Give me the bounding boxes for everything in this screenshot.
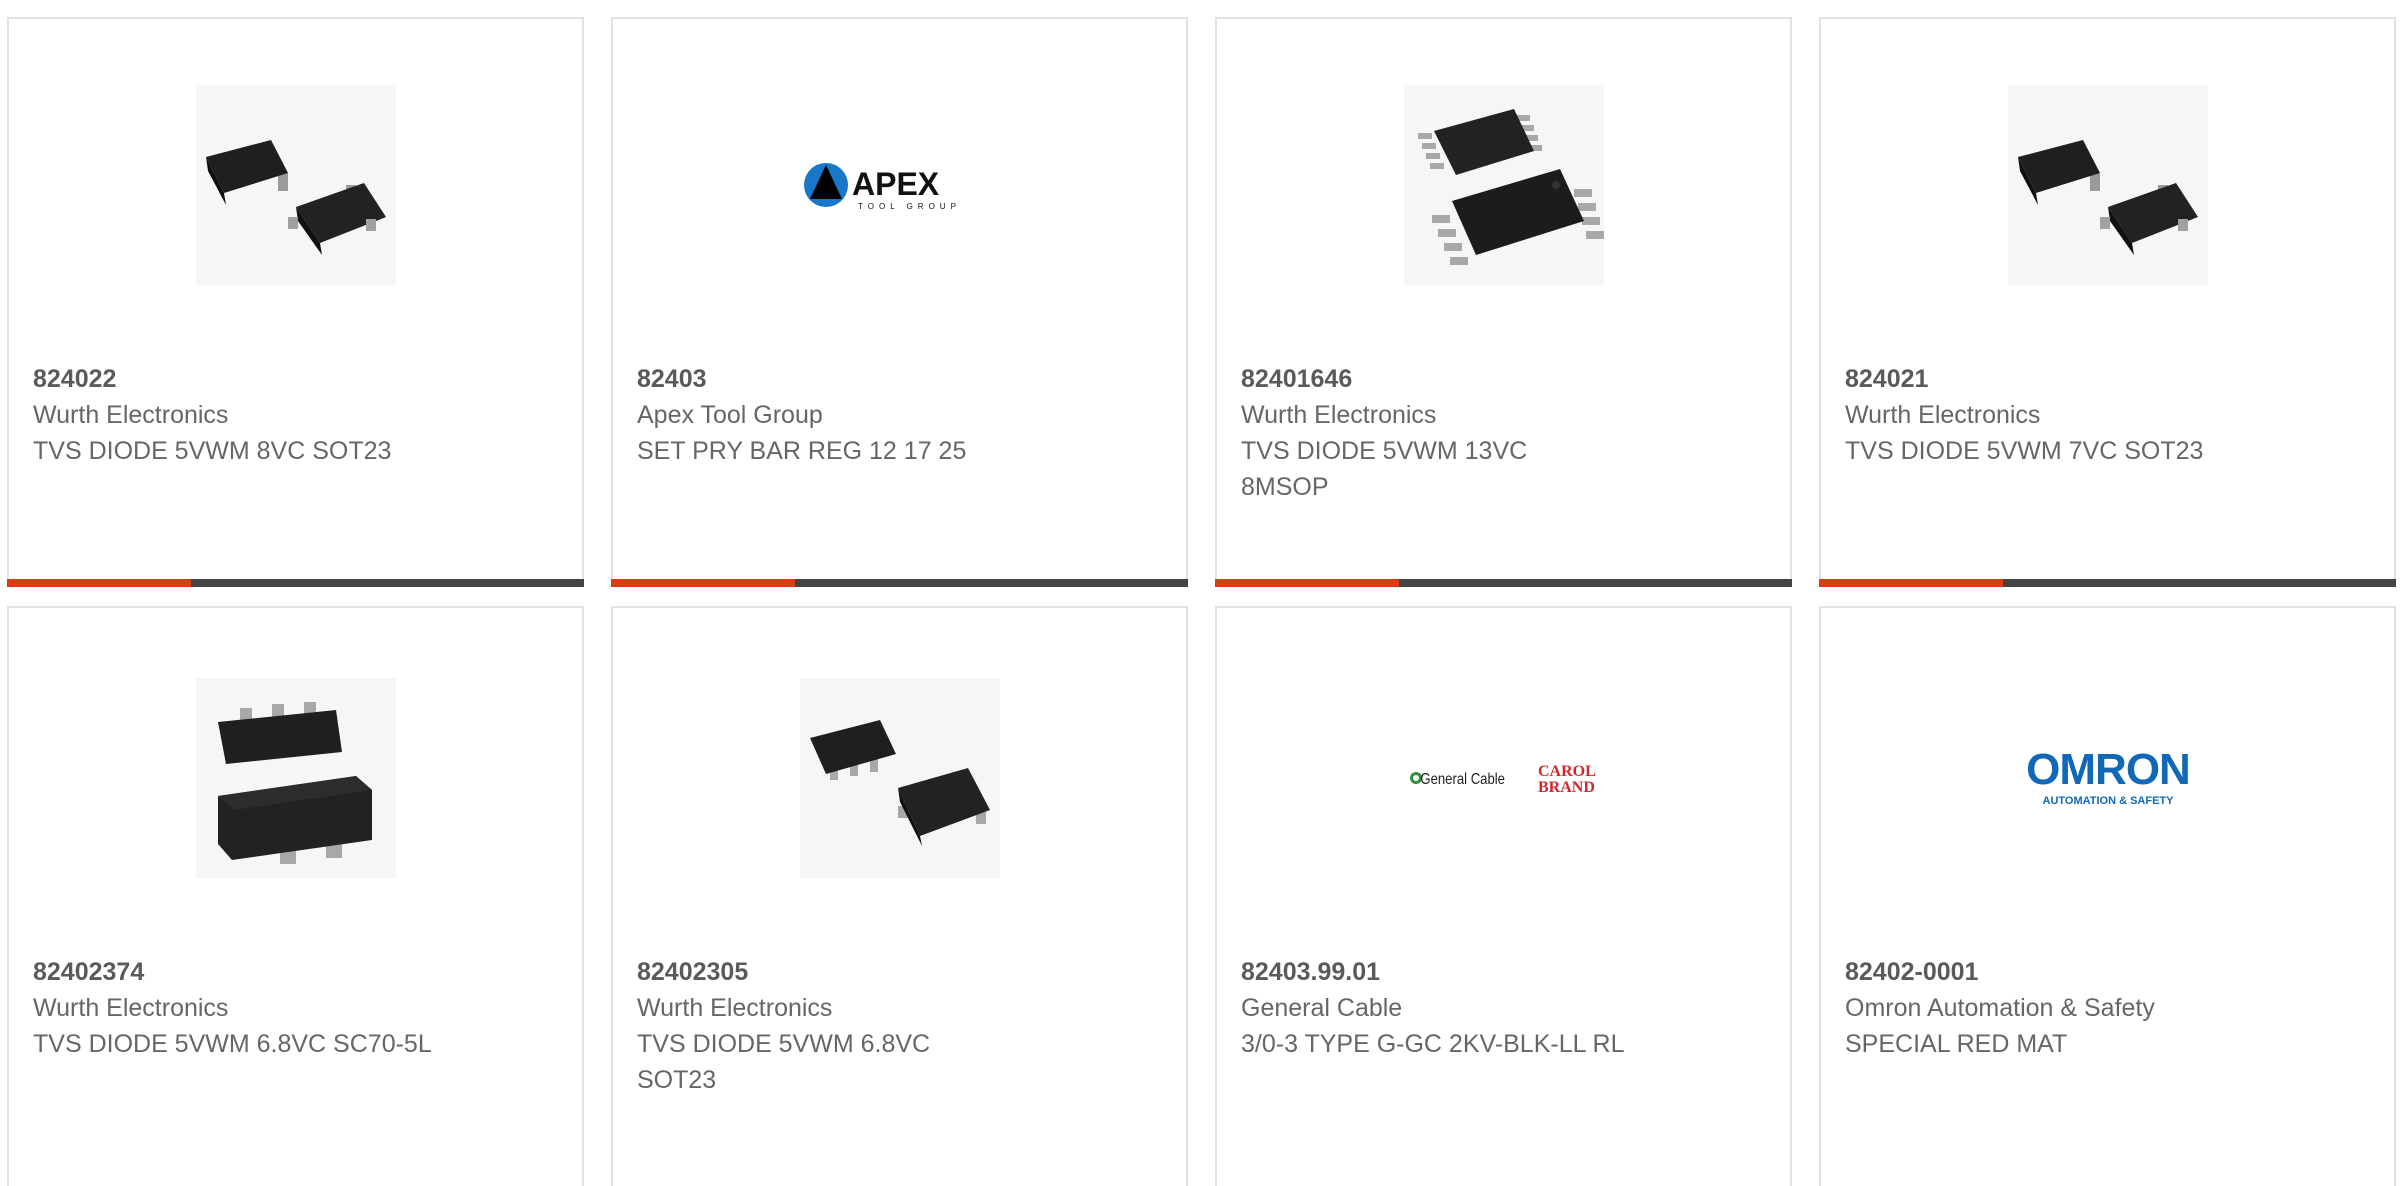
product-image[interactable]	[2007, 85, 2208, 285]
product-info: 82402305 Wurth Electronics TVS DIODE 5VW…	[637, 954, 1057, 1098]
part-number-link[interactable]: 82402-0001	[1845, 954, 2265, 990]
product-image[interactable]	[195, 678, 396, 878]
product-info: 824021 Wurth Electronics TVS DIODE 5VWM …	[1845, 361, 2265, 469]
product-card[interactable]: 824022 Wurth Electronics TVS DIODE 5VWM …	[7, 17, 584, 587]
product-info: 824022 Wurth Electronics TVS DIODE 5VWM …	[33, 361, 453, 469]
product-image[interactable]	[799, 678, 1000, 878]
part-number-link[interactable]: 824021	[1845, 361, 2265, 397]
product-image[interactable]: General Cable CAROL BRAND	[1404, 678, 1604, 878]
product-info: 82402374 Wurth Electronics TVS DIODE 5VW…	[33, 954, 453, 1062]
product-info: 82402-0001 Omron Automation & Safety SPE…	[1845, 954, 2265, 1062]
product-card[interactable]: 82402374 Wurth Electronics TVS DIODE 5VW…	[7, 606, 584, 1186]
product-card[interactable]: OMRON AUTOMATION & SAFETY 82402-0001 Omr…	[1819, 606, 2396, 1186]
general-cable-logo: General Cable CAROL BRAND	[1409, 763, 1596, 796]
manufacturer-name: Wurth Electronics	[33, 994, 229, 1022]
apex-logo-text: APEX	[852, 166, 940, 202]
part-number-link[interactable]: 82401646	[1241, 361, 1661, 397]
part-number-link[interactable]: 82403	[637, 361, 1057, 397]
product-image[interactable]	[1403, 85, 1604, 285]
card-accent-highlight	[1215, 579, 1399, 587]
card-accent-highlight	[7, 579, 191, 587]
product-card[interactable]: APEX TOOL GROUP 82403 Apex Tool Group SE…	[611, 17, 1188, 587]
manufacturer-name: Wurth Electronics	[1241, 401, 1437, 429]
product-card[interactable]: General Cable CAROL BRAND 82403.99.01 Ge…	[1215, 606, 1792, 1186]
product-image[interactable]	[195, 85, 396, 285]
product-card[interactable]: 82402305 Wurth Electronics TVS DIODE 5VW…	[611, 606, 1188, 1186]
manufacturer-name: Apex Tool Group	[637, 401, 823, 429]
product-description: 3/0-3 TYPE G-GC 2KV-BLK-LL RL	[1241, 1030, 1625, 1058]
card-accent-bar	[7, 579, 584, 587]
omron-logo: OMRON AUTOMATION & SAFETY	[2026, 745, 2191, 807]
product-image[interactable]: APEX TOOL GROUP	[800, 85, 1000, 285]
part-number-link[interactable]: 82403.99.01	[1241, 954, 1661, 990]
product-description: TVS DIODE 5VWM 8VC SOT23	[33, 437, 392, 465]
card-accent-bar	[1215, 579, 1792, 587]
part-number-link[interactable]: 82402374	[33, 954, 453, 990]
manufacturer-name: Wurth Electronics	[637, 994, 833, 1022]
product-info: 82403 Apex Tool Group SET PRY BAR REG 12…	[637, 361, 1057, 469]
part-number-link[interactable]: 824022	[33, 361, 453, 397]
manufacturer-name: Wurth Electronics	[33, 401, 229, 429]
product-description: TVS DIODE 5VWM 7VC SOT23	[1845, 437, 2204, 465]
product-info: 82401646 Wurth Electronics TVS DIODE 5VW…	[1241, 361, 1661, 505]
sot23-package-icon	[2007, 85, 2208, 285]
product-image[interactable]: OMRON AUTOMATION & SAFETY	[2008, 678, 2208, 878]
product-info: 82403.99.01 General Cable 3/0-3 TYPE G-G…	[1241, 954, 1661, 1062]
product-description: SET PRY BAR REG 12 17 25	[637, 437, 967, 465]
product-description: TVS DIODE 5VWM 6.8VC SOT23	[637, 1030, 931, 1094]
brand-logo-text: BRAND	[1538, 779, 1595, 796]
apex-tool-group-logo: APEX TOOL GROUP	[803, 163, 961, 211]
sc70-package-icon	[195, 678, 396, 878]
omron-logo-text: OMRON	[2026, 745, 2190, 794]
manufacturer-name: General Cable	[1241, 994, 1403, 1022]
general-cable-logo-text: General Cable	[1420, 771, 1505, 788]
product-description: TVS DIODE 5VWM 13VC 8MSOP	[1241, 437, 1528, 501]
product-description: SPECIAL RED MAT	[1845, 1030, 2068, 1058]
card-accent-bar	[1819, 579, 2396, 587]
product-grid: 824022 Wurth Electronics TVS DIODE 5VWM …	[0, 0, 2400, 1186]
carol-logo-text: CAROL	[1538, 763, 1596, 780]
apex-logo-subtext: TOOL GROUP	[858, 202, 961, 211]
manufacturer-name: Omron Automation & Safety	[1845, 994, 2155, 1022]
card-accent-highlight	[1819, 579, 2003, 587]
card-accent-highlight	[611, 579, 795, 587]
sot23-package-icon	[195, 85, 396, 285]
part-number-link[interactable]: 82402305	[637, 954, 1057, 990]
omron-logo-subtext: AUTOMATION & SAFETY	[2042, 795, 2174, 807]
msop8-package-icon	[1403, 85, 1604, 285]
product-description: TVS DIODE 5VWM 6.8VC SC70-5L	[33, 1030, 432, 1058]
card-accent-bar	[611, 579, 1188, 587]
product-card[interactable]: 824021 Wurth Electronics TVS DIODE 5VWM …	[1819, 17, 2396, 587]
product-card[interactable]: 82401646 Wurth Electronics TVS DIODE 5VW…	[1215, 17, 1792, 587]
sot23-6-package-icon	[799, 678, 1000, 878]
manufacturer-name: Wurth Electronics	[1845, 401, 2041, 429]
